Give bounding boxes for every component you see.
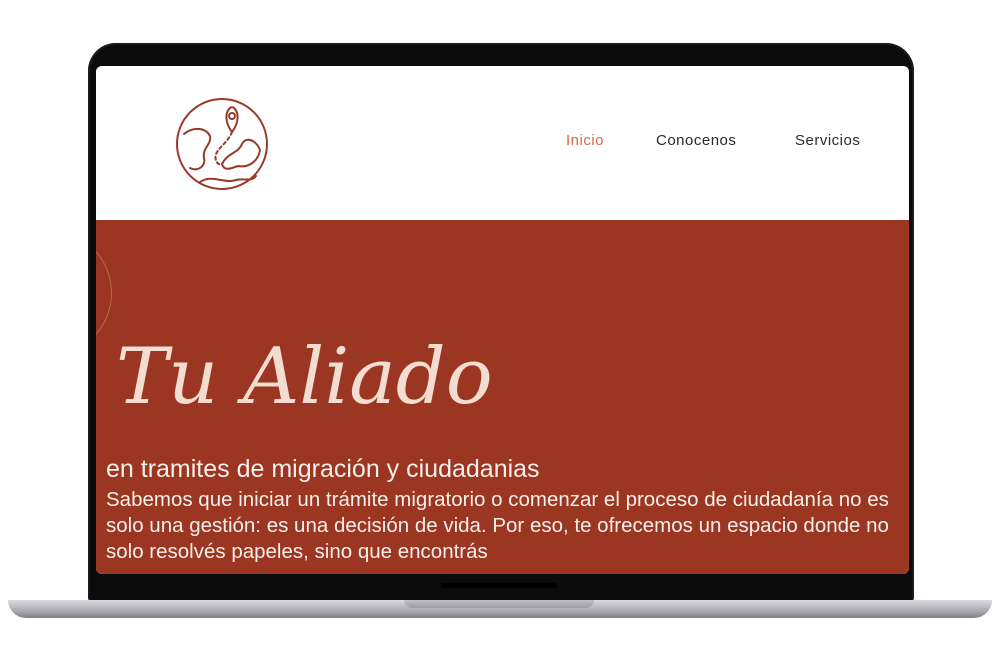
laptop-notch xyxy=(404,600,594,608)
nav-link-conocenos[interactable]: Conocenos xyxy=(656,132,736,149)
hero-title: Tu Aliado xyxy=(116,332,493,422)
decorative-circle xyxy=(96,230,112,356)
browser-screen: Inicio Conocenos Servicios Tu Aliado en … xyxy=(96,66,909,574)
laptop-hinge xyxy=(441,583,557,588)
hero-body-text: Sabemos que iniciar un trámite migratori… xyxy=(106,488,889,563)
globe-location-pin-icon[interactable] xyxy=(172,88,272,192)
hero-section: Tu Aliado en tramites de migración y ciu… xyxy=(96,220,909,574)
hero-subtitle: en tramites de migración y ciudadanias xyxy=(106,455,540,483)
site-header: Inicio Conocenos Servicios xyxy=(96,66,909,220)
nav-link-inicio[interactable]: Inicio xyxy=(566,132,604,149)
nav-link-servicios[interactable]: Servicios xyxy=(795,132,860,149)
